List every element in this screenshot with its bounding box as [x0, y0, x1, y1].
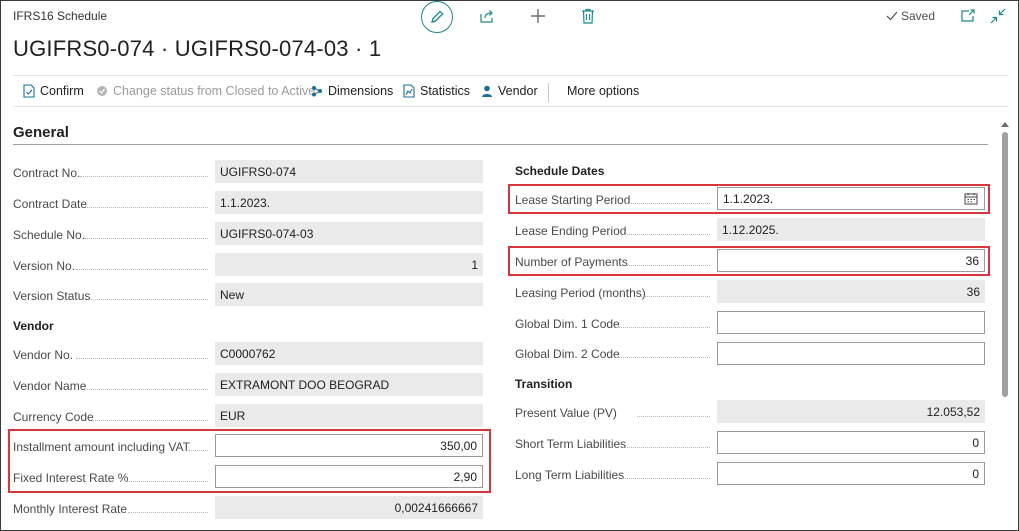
contract-no-label: Contract No. [13, 166, 81, 180]
saved-label: Saved [901, 9, 936, 23]
global-dim1-label: Global Dim. 1 Code [515, 317, 620, 331]
schedule-no-field: UGIFRS0-074-03 [215, 222, 483, 245]
status-change-icon [97, 86, 107, 96]
dot-leader [640, 296, 710, 297]
short-term-input[interactable]: 0 [717, 431, 985, 454]
document-confirm-icon [23, 84, 35, 98]
monthly-rate-label: Monthly Interest Rate [13, 502, 128, 516]
vendor-no-field: C0000762 [215, 342, 483, 365]
saved-status: Saved [886, 9, 935, 23]
plus-icon [531, 9, 545, 23]
dimensions-action[interactable]: Dimensions [311, 84, 393, 98]
long-term-input[interactable]: 0 [717, 462, 985, 485]
present-value-field: 12.053,52 [717, 400, 985, 423]
dot-leader [87, 389, 208, 390]
share-button[interactable] [477, 6, 497, 26]
scroll-up-arrow-icon[interactable] [1000, 119, 1010, 129]
vendor-label: Vendor [498, 84, 538, 98]
leasing-period-label: Leasing Period (months) [515, 286, 646, 300]
version-status-label: Version Status [13, 289, 91, 303]
long-term-label: Long Term Liabilities [515, 468, 625, 482]
short-term-label: Short Term Liabilities [515, 437, 627, 451]
transition-heading: Transition [515, 377, 573, 391]
vendor-group-heading: Vendor [13, 319, 54, 333]
schedule-dates-heading: Schedule Dates [515, 164, 605, 178]
new-button[interactable] [528, 6, 548, 26]
more-options-action[interactable]: More options [567, 84, 639, 98]
contract-date-field: 1.1.2023. [215, 191, 483, 214]
vendor-name-label: Vendor Name [13, 379, 87, 393]
contract-no-field: UGIFRS0-074 [215, 160, 483, 183]
vendor-name-field: EXTRAMONT DOO BEOGRAD [215, 373, 483, 396]
action-separator [548, 83, 549, 102]
currency-code-label: Currency Code [13, 410, 94, 424]
statistics-action[interactable]: Statistics [403, 84, 470, 98]
dot-leader [80, 176, 208, 177]
breadcrumb: IFRS16 Schedule [13, 9, 108, 23]
trash-icon [582, 8, 594, 24]
highlight-box-lease-start [508, 184, 990, 214]
dimensions-icon [312, 86, 322, 97]
more-options-label: More options [567, 84, 640, 98]
dot-leader [616, 327, 710, 328]
dimensions-label: Dimensions [328, 84, 394, 98]
vertical-scrollbar-thumb[interactable] [1002, 132, 1008, 397]
dot-leader [87, 207, 208, 208]
dot-leader [76, 269, 208, 270]
version-no-field: 1 [215, 253, 483, 276]
lease-end-label: Lease Ending Period [515, 224, 627, 238]
change-status-label: Change status from Closed to Active [113, 84, 316, 98]
open-in-new-window-icon [961, 9, 975, 22]
dot-leader [93, 420, 208, 421]
section-divider [13, 144, 988, 145]
confirm-label: Confirm [40, 84, 84, 98]
action-bar: Confirm Change status from Closed to Act… [13, 75, 1008, 107]
dot-leader [616, 357, 710, 358]
global-dim1-input[interactable] [717, 311, 985, 334]
dot-leader [621, 234, 710, 235]
share-icon [480, 10, 493, 23]
present-value-label: Present Value (PV) [515, 406, 617, 420]
version-no-label: Version No. [13, 259, 76, 273]
lease-end-field: 1.12.2025. [717, 218, 985, 241]
collapse-button[interactable] [988, 6, 1008, 26]
delete-button[interactable] [578, 6, 598, 26]
checkmark-icon [886, 11, 898, 21]
dot-leader [623, 447, 710, 448]
vendor-no-label: Vendor No. [13, 348, 74, 362]
pencil-icon [431, 10, 444, 23]
contract-date-label: Contract Date [13, 197, 88, 211]
dot-leader [76, 358, 208, 359]
person-icon [482, 85, 492, 97]
statistics-icon [403, 84, 415, 98]
section-title-general[interactable]: General [13, 124, 69, 141]
page-title: UGIFRS0-074 · UGIFRS0-074-03 · 1 [13, 36, 382, 61]
vendor-action[interactable]: Vendor [481, 84, 538, 98]
confirm-action[interactable]: Confirm [23, 84, 84, 98]
monthly-rate-field: 0,00241666667 [215, 496, 483, 519]
global-dim2-input[interactable] [717, 342, 985, 365]
dot-leader [84, 238, 208, 239]
currency-code-field: EUR [215, 404, 483, 427]
dot-leader [89, 299, 208, 300]
dot-leader [622, 478, 710, 479]
edit-button[interactable] [421, 1, 453, 33]
schedule-no-label: Schedule No. [13, 228, 86, 242]
statistics-label: Statistics [420, 84, 471, 98]
change-status-action[interactable]: Change status from Closed to Active [96, 84, 315, 98]
highlight-box-num-payments [508, 246, 990, 276]
version-status-field: New [215, 283, 483, 306]
open-new-window-button[interactable] [958, 6, 978, 26]
highlight-box-installment [8, 429, 491, 493]
collapse-icon [990, 8, 1006, 24]
dot-leader [637, 416, 710, 417]
leasing-period-field: 36 [717, 280, 985, 303]
dot-leader [128, 512, 208, 513]
global-dim2-label: Global Dim. 2 Code [515, 347, 620, 361]
